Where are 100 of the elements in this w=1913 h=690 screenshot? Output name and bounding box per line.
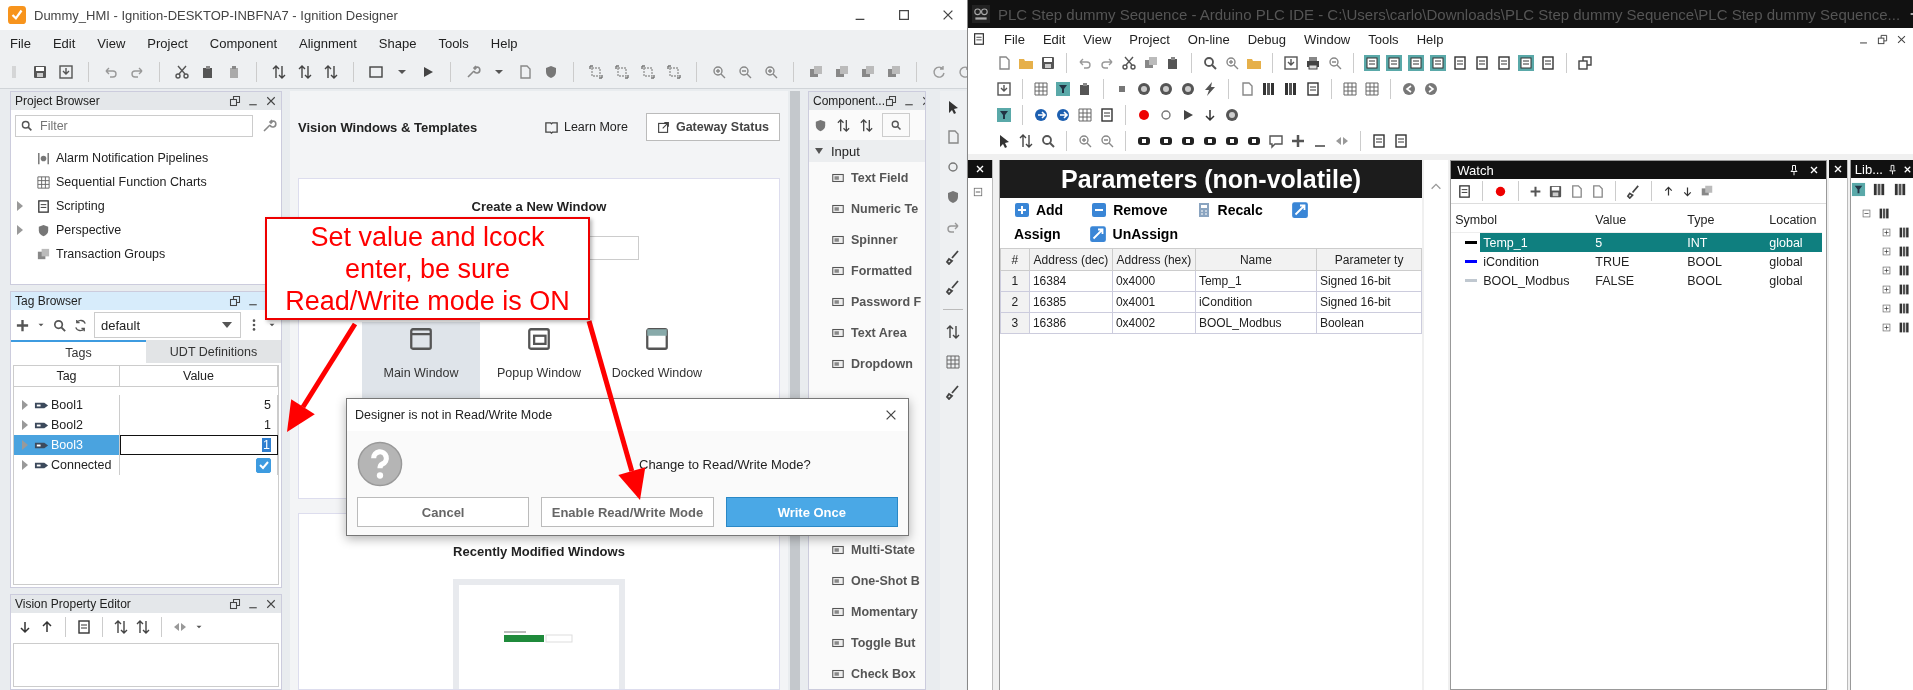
sort-icon[interactable] (836, 117, 851, 133)
frame-icon[interactable] (588, 64, 604, 80)
download-icon[interactable] (58, 64, 74, 80)
disc-icon[interactable] (1136, 81, 1152, 97)
cut-icon[interactable] (1121, 55, 1137, 71)
zoom-out-icon[interactable] (1099, 133, 1115, 149)
forward-icon[interactable] (1423, 81, 1439, 97)
menu-item[interactable]: File (1004, 31, 1025, 47)
column-header[interactable]: Parameter ty (1316, 248, 1422, 271)
pencil-icon[interactable] (945, 249, 961, 265)
add-icon[interactable] (15, 317, 30, 333)
panel-icon[interactable] (1364, 55, 1380, 71)
column-header[interactable]: Tag (14, 366, 120, 386)
palette-item[interactable]: Toggle But (809, 627, 925, 658)
tree-item[interactable]: Perspective (17, 218, 122, 242)
restore-icon[interactable] (1877, 33, 1888, 45)
unassign-button[interactable]: UnAssign (1088, 225, 1178, 243)
pen-icon[interactable] (945, 279, 961, 295)
printer-icon[interactable] (1305, 55, 1321, 71)
search-field[interactable] (882, 113, 910, 137)
menu-item[interactable]: Alignment (299, 35, 357, 51)
disc-icon[interactable] (1158, 81, 1174, 97)
pin-icon[interactable] (1787, 164, 1800, 176)
column-header[interactable]: Location (1765, 213, 1822, 227)
palette-item[interactable]: Multi-State (809, 534, 925, 565)
back-icon[interactable] (1401, 81, 1417, 97)
restore-icon[interactable] (885, 95, 898, 107)
menu-item[interactable]: Component (209, 35, 277, 51)
palette-item[interactable]: One-Shot B (809, 565, 925, 596)
frame-icon[interactable] (614, 64, 630, 80)
palette-item[interactable]: Password F (809, 286, 925, 317)
list-icon[interactable] (76, 619, 92, 635)
ring-icon[interactable] (1158, 107, 1174, 123)
menu-item[interactable]: Project (147, 35, 188, 51)
tree-item[interactable]: Transaction Groups (17, 242, 166, 266)
go-icon[interactable] (1055, 107, 1071, 123)
menu-item[interactable]: Tools (1368, 31, 1399, 47)
shield-icon[interactable] (543, 64, 559, 80)
download-icon[interactable] (996, 81, 1012, 97)
palette-item[interactable]: Text Field (809, 162, 925, 193)
column-header[interactable]: Value (1591, 213, 1684, 227)
close-icon[interactable] (265, 598, 277, 610)
assign-button[interactable]: Assign (1013, 226, 1061, 242)
tab[interactable]: UDT Definitions (146, 340, 281, 363)
column-header[interactable]: # (1000, 248, 1030, 271)
menu-item[interactable]: Help (1416, 31, 1444, 47)
swap-icon[interactable] (271, 64, 287, 80)
sort-icon[interactable] (17, 619, 33, 635)
swap-icon[interactable] (323, 64, 339, 80)
tree-item[interactable]: Alarm Notification Pipelines (17, 146, 209, 170)
zoom-in-icon[interactable] (1077, 133, 1093, 149)
palette-item[interactable]: Text Area (809, 317, 925, 348)
save-icon[interactable] (1040, 55, 1056, 71)
new-file-icon[interactable] (996, 55, 1012, 71)
zoom-out-icon[interactable] (737, 64, 753, 80)
tree-item[interactable]: Scripting (17, 194, 105, 218)
column-header[interactable]: Symbol (1451, 213, 1592, 227)
close-icon[interactable] (1896, 33, 1907, 45)
list-icon[interactable] (1099, 107, 1115, 123)
watch-row[interactable]: iCondition TRUE BOOL global (1451, 252, 1822, 271)
panel-icon[interactable] (1408, 55, 1424, 71)
library-icon[interactable] (1871, 181, 1887, 197)
expand-icon[interactable] (1880, 246, 1892, 257)
palette-item[interactable]: Momentary (809, 596, 925, 627)
expand-icon[interactable] (17, 201, 23, 211)
library-icon[interactable] (1892, 181, 1908, 197)
cut-icon[interactable] (174, 64, 190, 80)
panel-icon[interactable] (1496, 55, 1512, 71)
search-icon[interactable] (52, 317, 67, 333)
window-type-tile[interactable]: Docked Window (598, 322, 716, 398)
expand-icon[interactable] (1880, 284, 1892, 295)
recalc-button[interactable]: Recalc (1195, 202, 1263, 218)
tab[interactable]: Tags (11, 340, 146, 363)
menu-item[interactable]: Project (1129, 31, 1170, 47)
expand-icon[interactable] (1880, 227, 1892, 238)
save-icon[interactable] (32, 64, 48, 80)
comment-icon[interactable] (1268, 133, 1284, 149)
list-icon[interactable] (1393, 133, 1409, 149)
tag-cell[interactable]: Connected (14, 455, 120, 475)
menu-item[interactable]: View (1083, 31, 1112, 47)
restore-icon[interactable] (229, 295, 241, 307)
menu-item[interactable]: Debug (1247, 31, 1286, 47)
palette-item[interactable]: Numeric Te (809, 193, 925, 224)
window-type-tile[interactable]: Main Window (362, 322, 480, 398)
menu-item[interactable]: View (97, 35, 126, 51)
collapse-icon[interactable] (972, 186, 984, 198)
column-header[interactable]: Address (hex) (1112, 248, 1196, 271)
window-type-tile[interactable]: Popup Window (480, 322, 598, 398)
add-icon[interactable] (1529, 184, 1543, 198)
bars-icon[interactable] (1261, 81, 1277, 97)
grid-icon[interactable] (1364, 81, 1380, 97)
palette-item[interactable]: Dropdown (809, 348, 925, 379)
frame-icon[interactable] (640, 64, 656, 80)
panel-icon[interactable] (1430, 55, 1446, 71)
add-button[interactable]: Add (1013, 202, 1064, 218)
page-icon[interactable] (1239, 81, 1255, 97)
menu-item[interactable]: On-line (1187, 31, 1230, 47)
menu-item[interactable]: Tools (438, 35, 469, 51)
menu-item[interactable]: Help (490, 35, 518, 51)
bars-icon[interactable] (1283, 81, 1299, 97)
